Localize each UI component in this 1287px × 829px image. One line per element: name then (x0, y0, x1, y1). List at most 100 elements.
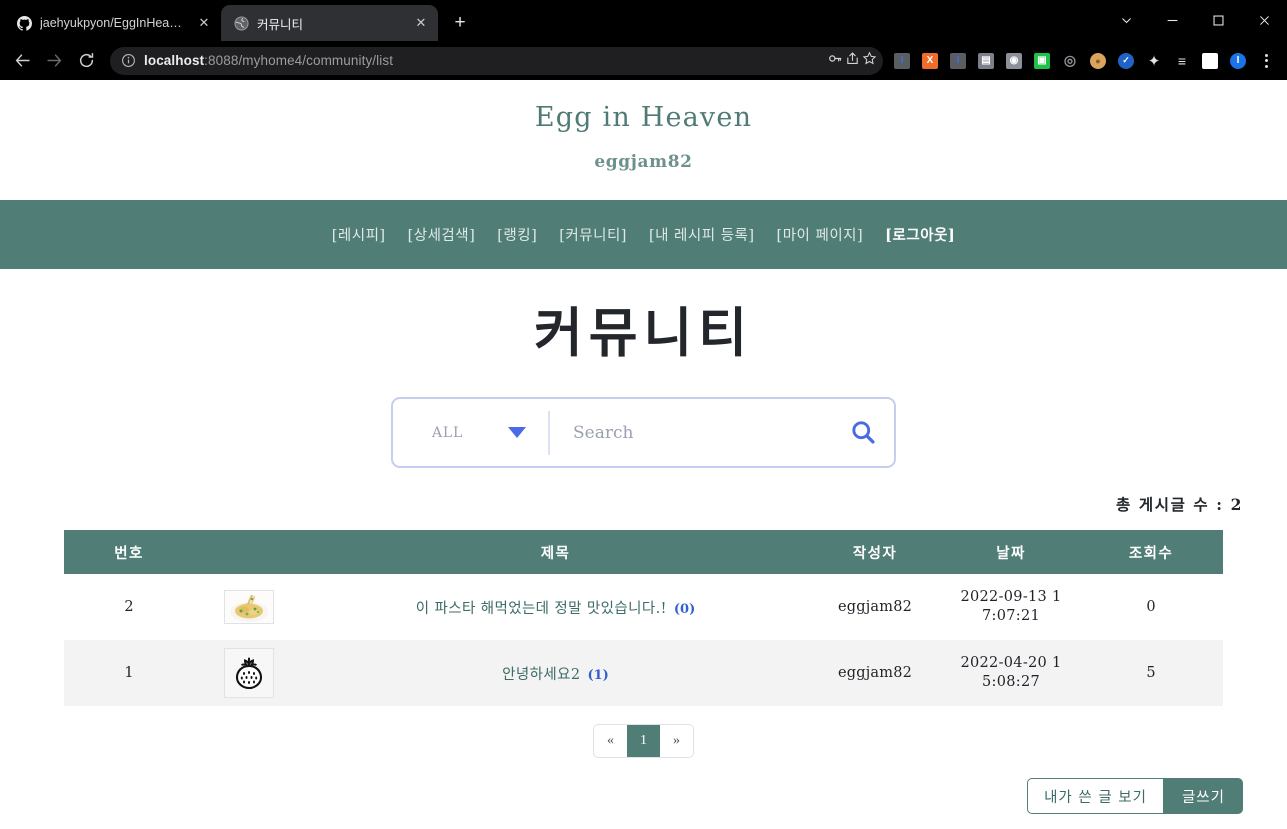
caret-down-icon (508, 427, 526, 438)
bookmark-star-icon[interactable] (862, 50, 877, 71)
cell-no: 2 (124, 599, 134, 615)
pagination-page-1[interactable]: 1 (627, 725, 660, 757)
reload-icon[interactable] (70, 45, 102, 77)
magnifier-icon[interactable] (844, 414, 882, 452)
nav-item-ranking[interactable]: [랭킹] (486, 224, 548, 245)
ext-profile-icon[interactable]: I (1225, 48, 1251, 74)
ext-eye-icon[interactable]: ◎ (1057, 48, 1083, 74)
browser-menu-icon[interactable] (1253, 48, 1279, 74)
forward-icon[interactable] (38, 45, 70, 77)
search-input[interactable] (573, 422, 844, 443)
board-table: 번호 제목 작성자 날짜 조회수 2 이 파스타 해먹었는데 정말 맛있습니다.… (64, 530, 1223, 706)
address-bar[interactable]: localhost:8088/myhome4/community/list (110, 46, 883, 75)
search-bar: ALL (391, 397, 896, 468)
table-body: 2 이 파스타 해먹었는데 정말 맛있습니다.! (0) eggjam82 20… (64, 574, 1223, 706)
minimize-icon[interactable] (1149, 0, 1195, 41)
ext-puzzle-icon[interactable]: ✦ (1141, 48, 1167, 74)
browser-tab-2[interactable]: 커뮤니티 ✕ (221, 5, 438, 41)
cell-title: 안녕하세요2 (1) (304, 640, 807, 706)
ext-tv-icon[interactable]: ▣ (1029, 48, 1055, 74)
cell-date: 2022-04-20 1 5:08:27 (943, 640, 1079, 706)
tab-title: 커뮤니티 (257, 17, 304, 32)
column-header-no: 번호 (64, 530, 194, 574)
site-title: Egg in Heaven (534, 102, 753, 133)
cell-thumbnail (194, 640, 304, 706)
nav-item-my-page[interactable]: [마이 페이지] (766, 224, 875, 245)
post-title-link[interactable]: 이 파스타 해먹었는데 정말 맛있습니다.! (416, 601, 667, 617)
column-header-thumb (194, 530, 304, 574)
cell-date: 2022-09-13 1 7:07:21 (943, 574, 1079, 640)
cell-hits: 5 (1146, 665, 1156, 681)
write-post-button[interactable]: 글쓰기 (1163, 778, 1243, 814)
strawberry-icon (224, 648, 274, 698)
column-header-title: 제목 (304, 530, 807, 574)
back-icon[interactable] (6, 45, 38, 77)
table-row[interactable]: 1 안녕하세요2 (1) eggjam82 2022-04-20 1 5:08:… (64, 640, 1223, 706)
ext-check-icon[interactable]: ✓ (1113, 48, 1139, 74)
nav-item-community[interactable]: [커뮤니티] (548, 224, 638, 245)
browser-window: jaehyukpyon/EggInHeaven ✕ 커뮤니티 ✕ + local… (0, 0, 1287, 829)
globe-icon (233, 15, 249, 31)
key-icon[interactable] (828, 51, 843, 71)
view-my-posts-button[interactable]: 내가 쓴 글 보기 (1027, 778, 1164, 814)
column-header-hits: 조회수 (1079, 530, 1223, 574)
pagination-prev[interactable]: « (594, 725, 627, 757)
cell-author: eggjam82 (837, 599, 913, 615)
browser-tab-1[interactable]: jaehyukpyon/EggInHeaven ✕ (4, 5, 221, 41)
ext-camera-icon[interactable]: ◉ (1001, 48, 1027, 74)
pagination: « 1 » (0, 724, 1287, 758)
board-section: 번호 제목 작성자 날짜 조회수 2 이 파스타 해먹었는데 정말 맛있습니다.… (64, 530, 1223, 706)
tab-strip: jaehyukpyon/EggInHeaven ✕ 커뮤니티 ✕ + (0, 0, 1287, 41)
search-category-value: ALL (432, 424, 464, 441)
site-header: Egg in Heaven eggjam82 (0, 80, 1287, 172)
pagination-next[interactable]: » (660, 725, 693, 757)
extensions-bar: I X I ▤ ◉ ▣ ◎ ● ✓ ✦ ≡ I (889, 48, 1281, 74)
info-circle-icon[interactable] (120, 53, 136, 69)
table-header-row: 번호 제목 작성자 날짜 조회수 (64, 530, 1223, 574)
table-row[interactable]: 2 이 파스타 해먹었는데 정말 맛있습니다.! (0) eggjam82 20… (64, 574, 1223, 640)
ext-window-icon[interactable]: ▤ (973, 48, 999, 74)
ext-playlist-icon[interactable]: ≡ (1169, 48, 1195, 74)
cell-title: 이 파스타 해먹었는데 정말 맛있습니다.! (0) (304, 574, 807, 640)
pagination-box: « 1 » (593, 724, 694, 758)
cell-thumbnail (194, 574, 304, 640)
search-category-select[interactable]: ALL (393, 399, 548, 466)
column-header-author: 작성자 (807, 530, 943, 574)
page-title: 커뮤니티 (533, 302, 754, 364)
close-icon[interactable]: ✕ (195, 14, 213, 32)
pasta-photo-icon (224, 590, 274, 624)
cell-author: eggjam82 (837, 665, 913, 681)
ext-blue-bar-1-icon[interactable]: I (889, 48, 915, 74)
main-navigation: [레시피] [상세검색] [랭킹] [커뮤니티] [내 레시피 등록] [마이 … (0, 200, 1287, 269)
logged-in-username: eggjam82 (594, 152, 693, 172)
comment-count: (1) (587, 667, 609, 683)
browser-toolbar: localhost:8088/myhome4/community/list I … (0, 41, 1287, 80)
omnibox-actions (828, 50, 877, 71)
date-line-1: 2022-04-20 1 (960, 655, 1062, 672)
post-title-link[interactable]: 안녕하세요2 (502, 667, 580, 683)
window-controls (1103, 0, 1287, 41)
total-posts-count: 총 게시글 수 : 2 (1116, 495, 1243, 514)
nav-item-register-recipe[interactable]: [내 레시피 등록] (638, 224, 766, 245)
new-tab-button[interactable]: + (446, 9, 474, 37)
close-icon[interactable] (1241, 0, 1287, 41)
url-path: :8088/myhome4/community/list (204, 53, 394, 68)
ext-sidepanel-icon[interactable] (1197, 48, 1223, 74)
share-icon[interactable] (845, 51, 860, 71)
ext-cookie-icon[interactable]: ● (1085, 48, 1111, 74)
close-icon[interactable]: ✕ (412, 14, 430, 32)
ext-orange-icon[interactable]: X (917, 48, 943, 74)
nav-item-logout[interactable]: [로그아웃] (874, 224, 966, 245)
chevron-down-icon[interactable] (1103, 0, 1149, 41)
nav-item-recipes[interactable]: [레시피] (321, 224, 397, 245)
maximize-icon[interactable] (1195, 0, 1241, 41)
table-header: 번호 제목 작성자 날짜 조회수 (64, 530, 1223, 574)
ext-blue-bar-2-icon[interactable]: I (945, 48, 971, 74)
nav-item-detail-search[interactable]: [상세검색] (397, 224, 487, 245)
cell-no: 1 (124, 665, 134, 681)
column-header-date: 날짜 (943, 530, 1079, 574)
cell-hits: 0 (1146, 599, 1156, 615)
github-icon (16, 15, 32, 31)
tab-title: jaehyukpyon/EggInHeaven (40, 16, 187, 30)
date-line-2: 5:08:27 (982, 674, 1040, 690)
